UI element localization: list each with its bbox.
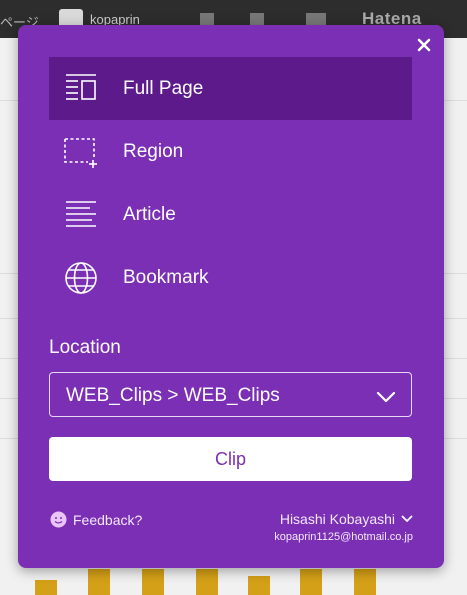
menu-item-label: Article [123,203,176,225]
smiley-icon [50,511,67,528]
chevron-down-icon [401,515,413,522]
account-menu[interactable]: Hisashi Kobayashi kopaprin1125@hotmail.c… [274,511,413,543]
account-name-row: Hisashi Kobayashi [274,511,413,527]
chevron-down-icon [376,390,396,408]
clip-button[interactable]: Clip [49,437,412,481]
feedback-link[interactable]: Feedback? [50,511,142,528]
menu-item-bookmark[interactable]: Bookmark [49,246,412,309]
feedback-label: Feedback? [73,511,143,528]
full-page-icon [64,72,98,106]
menu-item-article[interactable]: Article [49,183,412,246]
menu-item-label: Region [123,140,184,162]
web-clipper-popup: Full Page Region Article Bookmark Locati… [18,25,444,568]
menu-item-label: Full Page [123,77,204,99]
close-icon[interactable] [416,37,432,53]
clip-type-menu: Full Page Region Article Bookmark [49,57,412,309]
location-label: Location [49,337,121,358]
menu-item-region[interactable]: Region [49,120,412,183]
article-icon [64,198,98,232]
account-email: kopaprin1125@hotmail.co.jp [274,531,413,543]
location-select[interactable]: WEB_Clips > WEB_Clips [49,372,412,417]
menu-item-label: Bookmark [123,266,209,288]
menu-item-full-page[interactable]: Full Page [49,57,412,120]
region-icon [64,135,98,169]
globe-icon [64,261,98,295]
location-value: WEB_Clips > WEB_Clips [66,385,280,406]
account-name: Hisashi Kobayashi [279,511,395,527]
